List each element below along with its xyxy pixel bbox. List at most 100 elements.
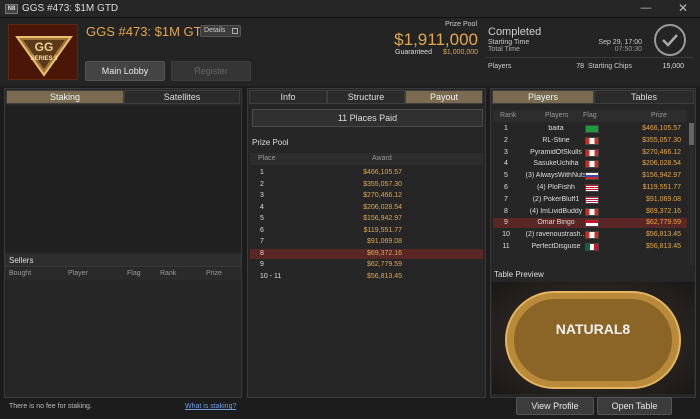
player-name: (3) AlwaysWithNuts: [525, 172, 587, 180]
country-flag-icon: [585, 160, 599, 169]
player-row[interactable]: 5 (3) AlwaysWithNuts $156,942.97: [493, 171, 687, 181]
player-row[interactable]: 1 baita $466,105.57: [493, 124, 687, 134]
payout-award: $56,813.45: [366, 272, 402, 280]
details-button[interactable]: Details: [200, 25, 241, 37]
player-prize: $56,813.45: [645, 243, 681, 250]
starting-chips-label: Starting Chips: [588, 63, 632, 70]
payout-place: 7: [260, 238, 264, 245]
player-rank: 7: [504, 195, 508, 203]
app-icon: N8: [5, 4, 18, 14]
col-bought: Bought: [9, 270, 32, 277]
player-prize: $62,779.59: [645, 219, 681, 227]
col-prize: Prize: [651, 112, 667, 119]
tab-tables[interactable]: Tables: [594, 90, 694, 104]
players-scrollbar[interactable]: [689, 123, 694, 265]
payout-row: 2 $355,057.30: [250, 180, 483, 190]
player-row[interactable]: 11 PerfectDisguise $56,813.45: [493, 242, 687, 252]
payout-place: 5: [260, 215, 264, 222]
payout-place: 3: [260, 192, 264, 199]
prize-pool-amount: $1,911,000: [394, 30, 478, 49]
player-row[interactable]: 10 (2) ravenoustrash... $56,813.45: [493, 230, 687, 240]
sellers-title: Sellers: [9, 256, 34, 265]
player-rank: 3: [504, 148, 508, 156]
total-time-label: Total Time: [488, 46, 520, 53]
col-place: Place: [258, 155, 276, 162]
country-flag-icon: [585, 125, 599, 133]
players-count-label: Players: [488, 63, 512, 70]
poker-table-image: NATURAL8: [505, 291, 681, 389]
player-prize: $69,372.16: [645, 207, 681, 215]
tab-structure[interactable]: Structure: [327, 90, 405, 104]
players-column-header: Rank Players Flag Prize: [493, 110, 687, 122]
player-row[interactable]: 3 PyramidOfSkulls $270,466.12: [493, 148, 687, 158]
player-row[interactable]: 6 (4) PloFishh $119,551.77: [493, 183, 687, 193]
tab-staking[interactable]: Staking: [6, 90, 124, 104]
guaranteed-amount: $1,000,000: [443, 49, 479, 56]
payout-award: $270,466.12: [363, 192, 402, 199]
register-button[interactable]: Register: [171, 61, 251, 81]
tab-payout[interactable]: Payout: [405, 90, 483, 104]
svg-text:GG: GG: [35, 40, 54, 54]
staking-list: [5, 106, 241, 252]
open-table-button[interactable]: Open Table: [597, 397, 672, 415]
minimize-icon[interactable]: —: [636, 0, 656, 18]
player-rank: 9: [504, 219, 508, 227]
col-prize: Prize: [206, 270, 222, 277]
player-row[interactable]: 9 Omar Bingo $62,779.59: [493, 218, 687, 229]
tab-satellites[interactable]: Satellites: [124, 90, 240, 104]
player-rank: 10: [502, 231, 510, 239]
payout-place: 9: [260, 261, 264, 268]
tab-info[interactable]: Info: [249, 90, 327, 104]
payout-award: $62,779.59: [366, 261, 402, 268]
payout-award: $91,069.08: [366, 238, 402, 245]
player-name: (2) PokerBluff1: [532, 195, 580, 203]
players-count-value: 78: [576, 63, 584, 70]
series-logo: GG SERIES 3: [8, 24, 78, 80]
player-rank: 8: [504, 207, 508, 215]
player-name: PyramidOfSkulls: [530, 148, 582, 156]
sellers-header: Sellers: [5, 254, 241, 267]
payout-row: 10 - 11 $56,813.45: [250, 272, 483, 282]
close-icon[interactable]: ✕: [672, 0, 694, 18]
table-preview: NATURAL8: [492, 282, 694, 394]
what-is-staking-link[interactable]: What is staking?: [185, 403, 236, 410]
player-name: (4) PloFishh: [537, 184, 575, 191]
player-row[interactable]: 8 (4) ImLividBuddy $69,372.16: [493, 207, 687, 217]
player-rank: 11: [502, 243, 510, 250]
col-flag: Flag: [583, 112, 597, 119]
prize-pool-title: Prize Pool: [252, 138, 289, 147]
player-row[interactable]: 7 (2) PokerBluff1 $91,069.08: [493, 195, 687, 205]
player-rank: 4: [504, 160, 508, 168]
window-title: GGS #473: $1M GTD: [22, 3, 119, 14]
payout-place: 10 - 11: [260, 272, 282, 280]
tournament-status: Completed: [488, 26, 542, 38]
col-players: Players: [545, 112, 569, 119]
starting-time-label: Starting Time: [488, 39, 530, 46]
payout-award: $355,057.30: [363, 180, 402, 188]
payout-row: 8 $69,372.16: [250, 248, 483, 259]
country-flag-icon: [585, 243, 599, 251]
table-preview-label: Table Preview: [494, 270, 544, 279]
country-flag-icon: [585, 184, 599, 192]
main-lobby-button[interactable]: Main Lobby: [85, 61, 165, 81]
player-row[interactable]: 2 RL-Stine $355,057.30: [493, 136, 687, 146]
tab-players[interactable]: Players: [492, 90, 594, 104]
payout-place: 2: [260, 180, 264, 188]
payout-row: 6 $119,551.77: [250, 226, 483, 236]
view-profile-button[interactable]: View Profile: [516, 397, 594, 415]
starting-time-value: Sep 29, 17:00: [598, 39, 642, 46]
divider: [486, 57, 694, 58]
payout-place: 8: [260, 249, 264, 257]
total-time-value: 07:50:30: [614, 46, 642, 53]
payout-award: $206,028.54: [363, 203, 402, 211]
payout-place: 6: [260, 226, 264, 234]
sellers-column-header: Bought Player Flag Rank Prize: [5, 268, 241, 280]
payout-award: $466,105.57: [363, 169, 402, 176]
player-name: RL-Stine: [542, 136, 570, 144]
player-prize: $91,069.08: [645, 195, 681, 203]
prize-pool-label: Prize Pool: [445, 21, 477, 28]
player-prize: $56,813.45: [645, 231, 681, 239]
player-row[interactable]: 4 SasukeUchiha $206,028.54: [493, 159, 687, 169]
country-flag-icon: [585, 231, 599, 240]
scrollbar-thumb[interactable]: [689, 123, 694, 145]
